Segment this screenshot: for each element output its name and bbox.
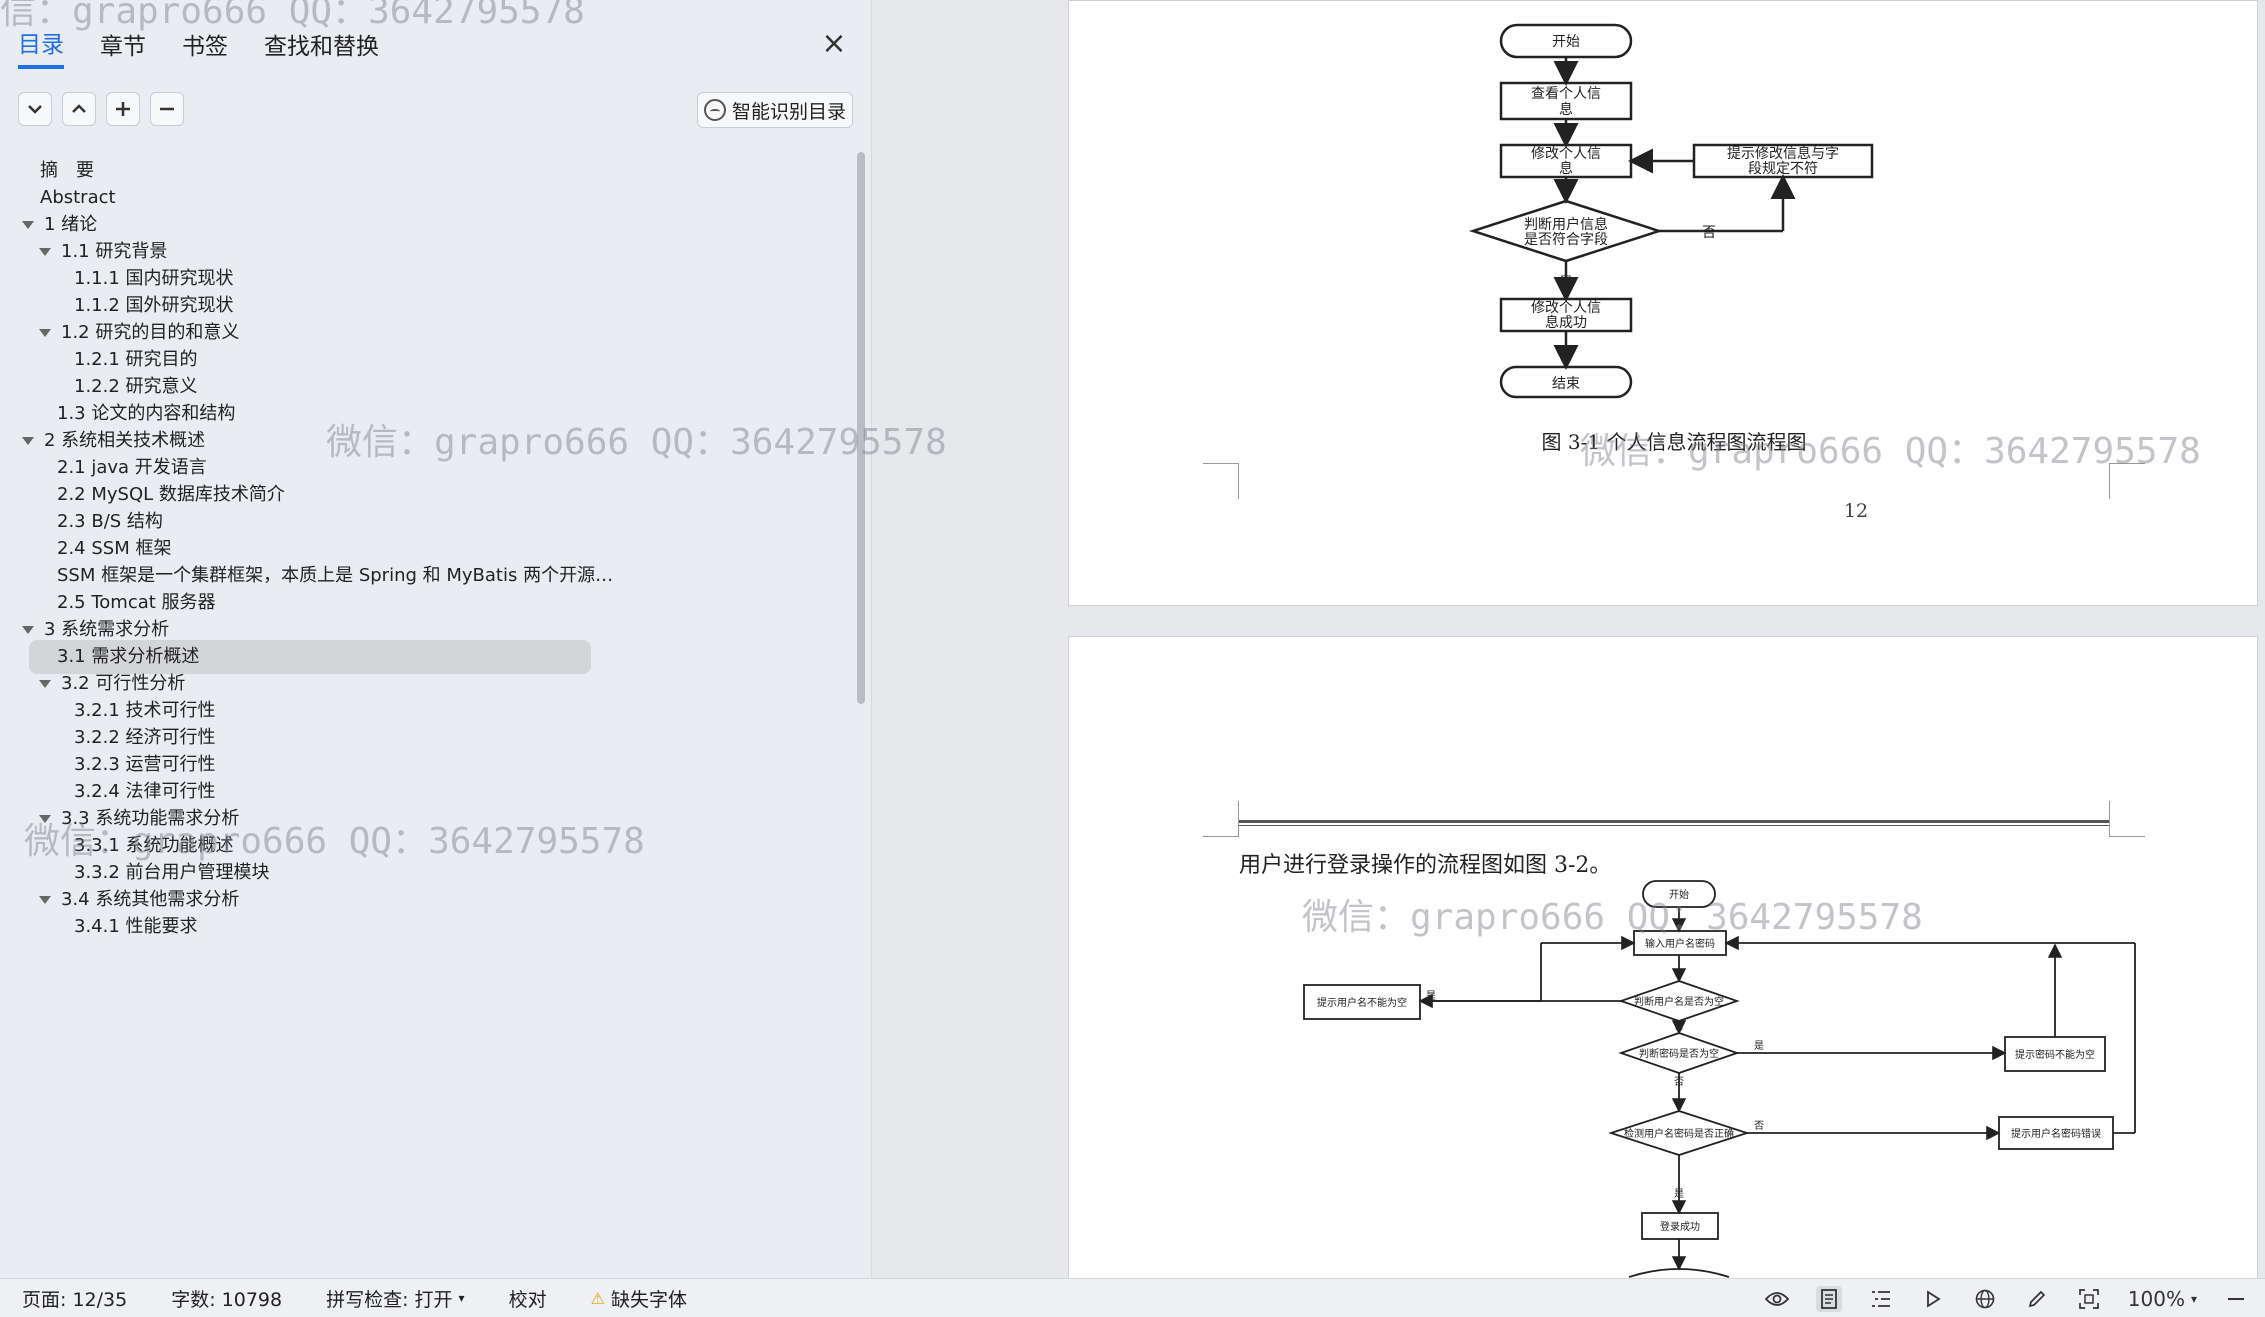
flow-hint-label-1: 提示修改信息与字 [1727, 145, 1839, 162]
fit-page-icon[interactable] [2076, 1286, 2102, 1312]
crop-mark [2109, 463, 2145, 499]
toc-item-label: 3.4.1 性能要求 [74, 916, 198, 937]
word-count[interactable]: 字数: 10798 [149, 1285, 304, 1312]
expand-caret-icon[interactable] [22, 437, 34, 445]
chevron-up-icon[interactable] [62, 92, 96, 126]
login-success-label: 登录成功 [1660, 1220, 1700, 1233]
play-icon[interactable] [1920, 1286, 1946, 1312]
chevron-down-icon: ▾ [2190, 1291, 2197, 1306]
zoom-level-select[interactable]: 100% ▾ [2128, 1286, 2197, 1312]
toc-toolbar [18, 92, 184, 126]
login-input-label: 输入用户名密码 [1645, 937, 1715, 950]
close-icon[interactable]: × [818, 28, 850, 60]
login-judge-user-label: 判断用户名是否为空 [1634, 995, 1724, 1008]
login-yes-label-2: 是 [1754, 1040, 1764, 1052]
flow-yes-label: 是 [1559, 275, 1573, 291]
navigation-pane: 目录 章节 书签 查找和替换 × 智能识别目录 摘 要 Abstract 1 绪论 1… [0, 0, 872, 1278]
flow-view-label-2: 息 [1559, 101, 1573, 118]
chevron-down-icon[interactable] [18, 92, 52, 126]
login-no-label-2: 否 [1674, 1076, 1684, 1088]
login-hint-pwd-label: 提示密码不能为空 [2015, 1048, 2095, 1061]
flow-modify-label-1: 修改个人信 [1531, 146, 1601, 162]
proofread-button[interactable]: 校对 [487, 1285, 569, 1312]
page-number: 12 [1844, 500, 1868, 522]
login-hint-err-label: 提示用户名密码错误 [2011, 1127, 2101, 1140]
plus-icon[interactable] [106, 92, 140, 126]
document-editor-window: 目录 章节 书签 查找和替换 × 智能识别目录 摘 要 Abstract 1 绪论 1… [0, 0, 2265, 1317]
flow-view-label-1: 查看个人信 [1531, 86, 1601, 102]
document-page-13: 用户进行登录操作的流程图如图 3-2。 开始 输入用户名密码 判断用户名是否为空… [1068, 636, 2258, 1278]
login-judge-check-label: 检测用户名密码是否正确 [1624, 1127, 1734, 1140]
eye-icon[interactable] [1764, 1286, 1790, 1312]
tab-find-replace[interactable]: 查找和替换 [264, 27, 379, 67]
tab-chapters[interactable]: 章节 [100, 27, 146, 67]
zoom-out-icon[interactable] [2223, 1286, 2249, 1312]
figure-caption: 图 3-1 个人信息流程图流程图 [1542, 430, 1807, 454]
toc-scrollbar[interactable] [857, 152, 865, 704]
expand-caret-icon[interactable] [39, 248, 51, 256]
flow-success-label-2: 息成功 [1545, 314, 1587, 331]
nav-tabs: 目录 章节 书签 查找和替换 [18, 22, 379, 72]
login-no-label: 否 [1674, 1020, 1684, 1032]
pen-icon[interactable] [2024, 1286, 2050, 1312]
expand-caret-icon[interactable] [39, 896, 51, 904]
login-hint-user-label: 提示用户名不能为空 [1317, 996, 1407, 1009]
flow-modify-label-2: 息 [1559, 160, 1573, 177]
crop-mark [1203, 463, 1239, 499]
page-view-icon[interactable] [1815, 1285, 1842, 1312]
zoom-level-value: 100% [2127, 1286, 2185, 1311]
expand-caret-icon[interactable] [22, 626, 34, 634]
outline-view-icon[interactable] [1868, 1286, 1894, 1312]
chevron-down-icon: ▾ [458, 1291, 465, 1305]
toc-list: 摘 要 Abstract 1 绪论 1.1 研究背景 1.1.1 国内研究现状 1.1.2… [0, 152, 862, 1278]
expand-caret-icon[interactable] [39, 815, 51, 823]
flow-judge-label-2: 是否符合字段 [1524, 232, 1608, 248]
login-no-label-3: 否 [1754, 1120, 1764, 1132]
flow-end-label: 结束 [1552, 376, 1580, 392]
flow-judge-label-1: 判断用户信息 [1524, 216, 1608, 233]
personal-info-flowchart: 开始 查看个人信 息 修改个人信 息 提示修改信息与字 段规定不符 判断用户信息… [1468, 23, 1874, 522]
login-yes-label: 是 [1426, 990, 1436, 1002]
tab-toc[interactable]: 目录 [18, 25, 64, 69]
login-judge-pwd-label: 判断密码是否为空 [1639, 1047, 1719, 1060]
web-view-icon[interactable] [1972, 1286, 1998, 1312]
smart-toc-button[interactable]: 智能识别目录 [697, 92, 853, 128]
flow-hint-label-2: 段规定不符 [1748, 161, 1818, 177]
document-page-12: 开始 查看个人信 息 修改个人信 息 提示修改信息与字 段规定不符 判断用户信息… [1068, 0, 2258, 606]
spell-check-toggle[interactable]: 拼写检查: 打开 ▾ [304, 1285, 486, 1312]
page-indicator[interactable]: 页面: 12/35 [0, 1285, 149, 1312]
flow-start-label: 开始 [1552, 34, 1580, 50]
tab-bookmarks[interactable]: 书签 [182, 27, 228, 67]
expand-caret-icon[interactable] [39, 680, 51, 688]
spell-check-label: 拼写检查: 打开 [326, 1288, 453, 1311]
toc-item[interactable]: 3.4.1 性能要求 [74, 910, 198, 944]
smart-recognize-icon [703, 99, 726, 121]
warning-icon: ⚠ [590, 1288, 605, 1308]
smart-toc-label: 智能识别目录 [731, 100, 846, 123]
login-yes-label-3: 是 [1674, 1188, 1684, 1200]
expand-caret-icon[interactable] [39, 329, 51, 337]
missing-font-label: 缺失字体 [610, 1288, 687, 1311]
expand-caret-icon[interactable] [22, 221, 34, 229]
status-bar: 页面: 12/35 字数: 10798 拼写检查: 打开 ▾ 校对 ⚠ 缺失字体 [0, 1278, 2265, 1317]
flow-no-label: 否 [1702, 225, 1716, 241]
login-flowchart: 开始 输入用户名密码 判断用户名是否为空 提示用户名不能为空 判断密码是否为空 … [1303, 880, 2136, 1278]
document-canvas: 开始 查看个人信 息 修改个人信 息 提示修改信息与字 段规定不符 判断用户信息… [873, 0, 2265, 1278]
flow-success-label-1: 修改个人信 [1531, 300, 1601, 316]
minus-icon[interactable] [150, 92, 184, 126]
login-start-label: 开始 [1669, 888, 1689, 901]
missing-font-button[interactable]: ⚠ 缺失字体 [569, 1285, 709, 1312]
